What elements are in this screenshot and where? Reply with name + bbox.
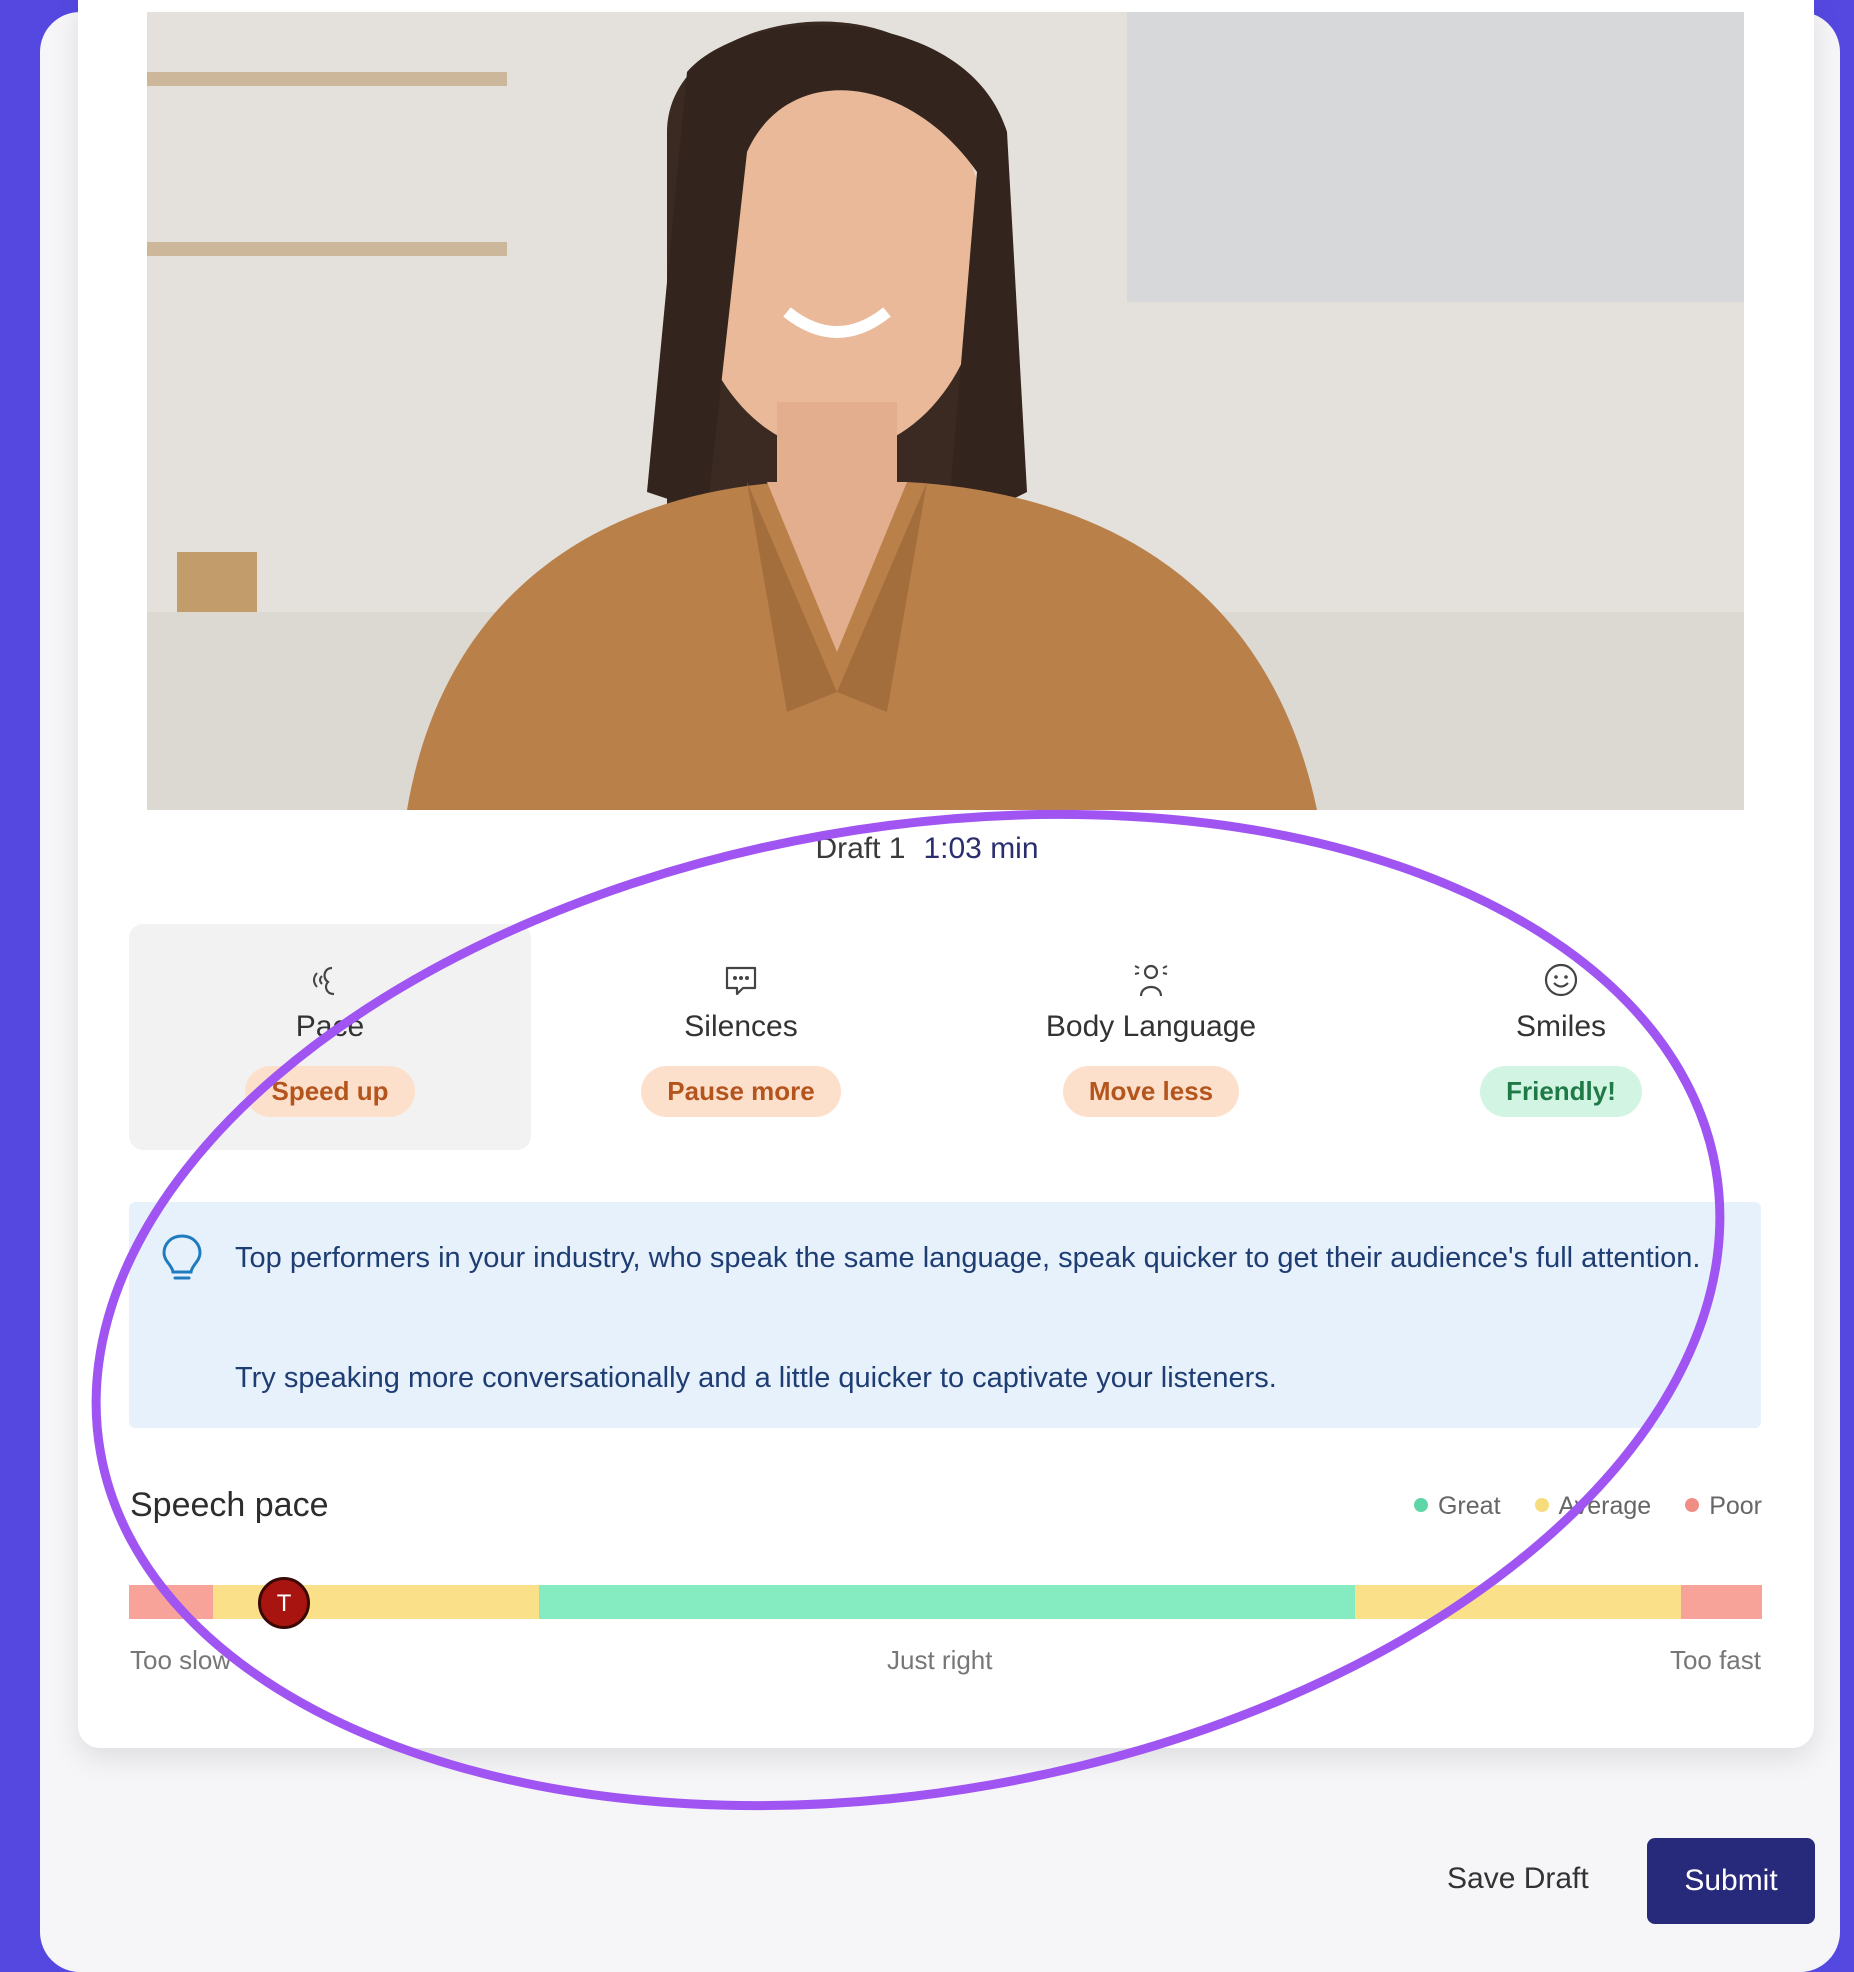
tab-body-language-badge: Move less <box>1062 1066 1240 1117</box>
tab-silences-badge: Pause more <box>641 1066 841 1117</box>
tab-smiles[interactable]: Smiles Friendly! <box>1360 924 1762 1150</box>
submit-button[interactable]: Submit <box>1647 1838 1815 1924</box>
pace-zone-poor-fast <box>1681 1585 1762 1619</box>
save-draft-button[interactable]: Save Draft <box>1447 1862 1589 1896</box>
tab-silences[interactable]: Silences Pause more <box>540 924 942 1150</box>
tab-pace[interactable]: Pace Speed up <box>129 924 531 1150</box>
tab-silences-label: Silences <box>684 1010 798 1043</box>
smile-icon <box>1544 963 1578 997</box>
pace-zone-average-fast <box>1355 1585 1681 1619</box>
tip-text-main: Top performers in your industry, who spe… <box>235 1242 1701 1274</box>
axis-too-slow: Too slow <box>130 1645 232 1675</box>
pace-marker[interactable]: T <box>258 1577 311 1629</box>
tab-pace-badge: Speed up <box>245 1066 415 1117</box>
tip-text-secondary: Try speaking more conversationally and a… <box>235 1362 1277 1394</box>
draft-caption: Draft 1 1:03 min <box>0 832 1854 866</box>
tab-smiles-badge: Friendly! <box>1480 1066 1642 1117</box>
chat-dots-icon <box>725 966 757 996</box>
draft-label: Draft 1 <box>815 832 906 865</box>
person-motion-icon <box>1134 964 1168 997</box>
tab-body-language-label: Body Language <box>1045 1010 1257 1043</box>
axis-just-right: Just right <box>887 1645 993 1675</box>
axis-too-fast: Too fast <box>1669 1645 1761 1675</box>
draft-duration: 1:03 min <box>923 832 1039 865</box>
tab-smiles-label: Smiles <box>1515 1010 1606 1043</box>
legend-poor: Poor <box>1685 1492 1762 1521</box>
speech-pace-title: Speech pace <box>130 1486 329 1524</box>
speech-pace-icon <box>313 966 335 996</box>
legend-great: Great <box>1413 1492 1501 1521</box>
video-preview[interactable] <box>147 12 1744 810</box>
legend-average: Average <box>1534 1492 1651 1521</box>
pace-zone-poor-slow <box>129 1585 213 1619</box>
speech-pace-bar <box>129 1585 1762 1619</box>
tab-pace-label: Pace <box>295 1010 365 1043</box>
pace-legend: Great Average Poor <box>1413 1492 1762 1521</box>
pace-zone-great <box>539 1585 1355 1619</box>
tip-box: Top performers in your industry, who spe… <box>129 1202 1761 1428</box>
tab-body-language[interactable]: Body Language Move less <box>950 924 1352 1150</box>
lightbulb-icon <box>162 1234 202 1280</box>
